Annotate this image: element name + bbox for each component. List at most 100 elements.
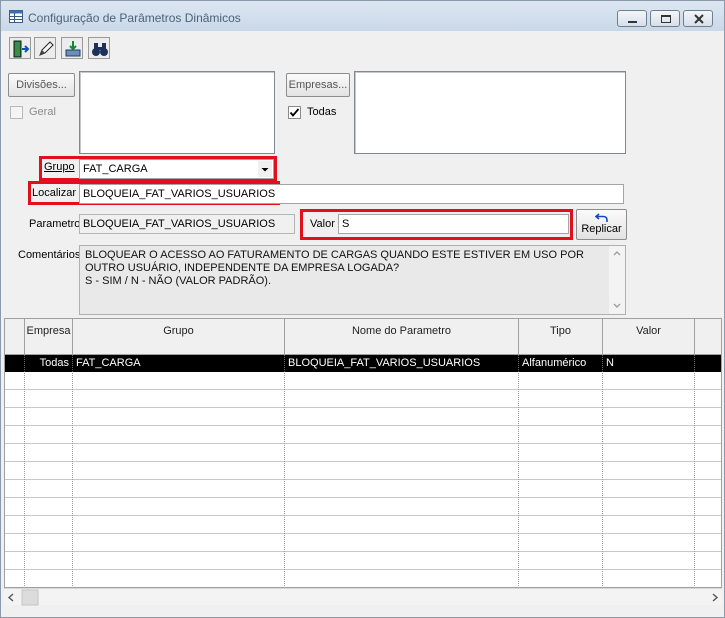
col-tipo[interactable]: Tipo [519, 319, 603, 355]
table-row[interactable] [5, 463, 721, 480]
grupo-value: FAT_CARGA [83, 163, 148, 175]
cell-parametro: BLOQUEIA_FAT_VARIOS_USUARIOS [285, 355, 519, 372]
divisoes-list[interactable] [79, 71, 275, 154]
table-cell [519, 481, 603, 498]
valor-input[interactable]: S [338, 214, 569, 234]
parametro-field: BLOQUEIA_FAT_VARIOS_USUARIOS [79, 214, 295, 234]
geral-checkbox[interactable] [10, 106, 23, 119]
table-cell [285, 373, 519, 390]
grid-horizontal-scrollbar[interactable] [4, 588, 722, 606]
parametros-grid[interactable]: Empresa Grupo Nome do Parametro Tipo Val… [4, 318, 722, 588]
scroll-down-icon [613, 303, 621, 308]
col-grupo[interactable]: Grupo [73, 319, 285, 355]
table-cell [285, 409, 519, 426]
geral-label: Geral [29, 106, 56, 118]
table-cell [5, 445, 25, 462]
scroll-up-icon [613, 251, 621, 256]
table-row[interactable] [5, 409, 721, 426]
scroll-thumb [21, 589, 39, 606]
scroll-right-icon [712, 593, 719, 602]
window-title: Configuração de Parâmetros Dinâmicos [28, 11, 241, 25]
scroll-left-icon [7, 593, 14, 602]
table-row[interactable] [5, 445, 721, 462]
table-cell [73, 409, 285, 426]
table-row[interactable] [5, 481, 721, 498]
table-cell [73, 481, 285, 498]
empresas-button[interactable]: Empresas... [286, 73, 350, 97]
table-cell [285, 571, 519, 587]
table-cell [25, 499, 73, 516]
pencil-icon [39, 41, 54, 56]
table-row[interactable]: Todas FAT_CARGA BLOQUEIA_FAT_VARIOS_USUA… [5, 355, 721, 372]
table-cell [519, 535, 603, 552]
table-cell [5, 535, 25, 552]
localizar-label: Localizar [32, 187, 77, 199]
divisoes-button[interactable]: Divisões... [8, 73, 75, 97]
table-cell [73, 571, 285, 587]
table-cell [603, 517, 695, 534]
table-cell [603, 427, 695, 444]
table-cell [603, 373, 695, 390]
table-row[interactable] [5, 427, 721, 444]
table-row[interactable] [5, 373, 721, 390]
grid-header-filler [695, 319, 721, 355]
comentarios-text[interactable]: BLOQUEAR O ACESSO AO FATURAMENTO DE CARG… [79, 245, 626, 315]
exit-button[interactable] [9, 37, 31, 59]
table-cell [25, 427, 73, 444]
table-row[interactable] [5, 391, 721, 408]
table-cell [285, 427, 519, 444]
table-cell [603, 499, 695, 516]
edit-button[interactable] [34, 37, 56, 59]
table-cell [5, 499, 25, 516]
close-window-button[interactable] [683, 10, 713, 27]
table-cell [603, 463, 695, 480]
cell-valor: N [603, 355, 695, 372]
table-row[interactable] [5, 571, 721, 587]
table-cell [519, 517, 603, 534]
table-cell [285, 553, 519, 570]
table-cell [519, 391, 603, 408]
cell-tipo: Alfanumérico [519, 355, 603, 372]
table-row[interactable] [5, 535, 721, 552]
todas-checkbox[interactable] [288, 106, 301, 119]
table-cell [603, 481, 695, 498]
localizar-input[interactable]: BLOQUEIA_FAT_VARIOS_USUARIOS [79, 184, 624, 204]
table-cell [285, 535, 519, 552]
maximize-button[interactable] [650, 10, 680, 27]
row-indicator [5, 355, 25, 372]
checkmark-icon [289, 108, 300, 117]
maximize-icon [661, 15, 671, 23]
col-valor[interactable]: Valor [603, 319, 695, 355]
table-cell [519, 373, 603, 390]
table-icon [9, 10, 23, 23]
table-cell [519, 571, 603, 587]
minimize-button[interactable] [617, 10, 647, 27]
comentarios-scrollbar[interactable] [609, 246, 625, 314]
grupo-select[interactable]: FAT_CARGA [79, 159, 274, 179]
table-cell [5, 517, 25, 534]
table-cell [25, 517, 73, 534]
table-row[interactable] [5, 553, 721, 570]
table-cell [25, 535, 73, 552]
replicar-button[interactable]: Replicar [576, 209, 627, 240]
parametro-label: Parametro [29, 218, 81, 230]
table-row[interactable] [5, 499, 721, 516]
table-cell [5, 427, 25, 444]
table-row[interactable] [5, 517, 721, 534]
table-cell [73, 553, 285, 570]
table-cell [25, 553, 73, 570]
table-cell [73, 427, 285, 444]
table-cell [73, 535, 285, 552]
col-empresa[interactable]: Empresa [25, 319, 73, 355]
grupo-dropdown-toggle[interactable] [258, 161, 272, 177]
import-button[interactable] [61, 37, 83, 59]
table-cell [519, 427, 603, 444]
table-cell [25, 391, 73, 408]
col-nome-parametro[interactable]: Nome do Parametro [285, 319, 519, 355]
table-cell [73, 445, 285, 462]
empresas-list[interactable] [354, 71, 626, 154]
search-button[interactable] [88, 37, 110, 59]
table-cell [285, 517, 519, 534]
table-cell [5, 409, 25, 426]
todas-label: Todas [307, 106, 337, 118]
